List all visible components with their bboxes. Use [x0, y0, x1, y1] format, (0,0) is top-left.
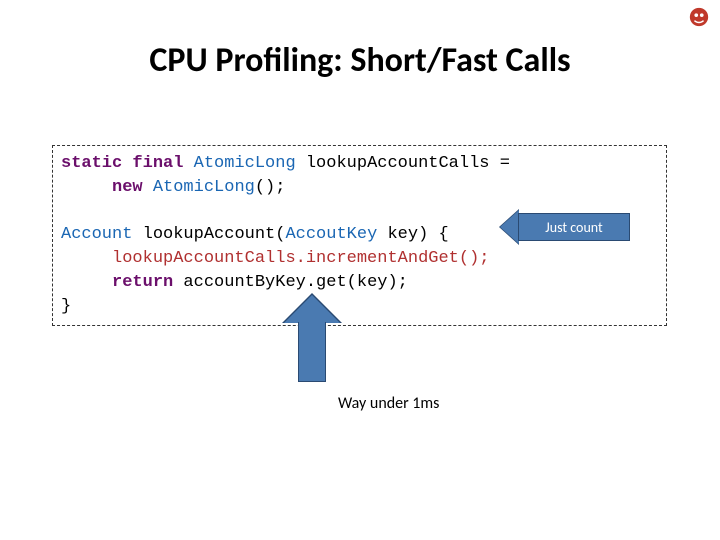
mascot-icon: [688, 6, 710, 28]
arrow-up-icon: [284, 295, 340, 323]
code-line-6: }: [61, 295, 658, 319]
code-line-2: new AtomicLong();: [61, 176, 658, 200]
arrow-left-icon: [500, 210, 519, 244]
arrow-up-shaft: [298, 322, 326, 382]
callout-way-under-1ms: Way under 1ms: [338, 394, 439, 413]
slide-title: CPU Profiling: Short/Fast Calls: [0, 40, 720, 81]
code-line-1: static final AtomicLong lookupAccountCal…: [61, 152, 658, 176]
code-line-4: lookupAccountCalls.incrementAndGet();: [61, 247, 658, 271]
callout-just-count: Just count: [518, 213, 630, 241]
code-line-5: return accountByKey.get(key);: [61, 271, 658, 295]
